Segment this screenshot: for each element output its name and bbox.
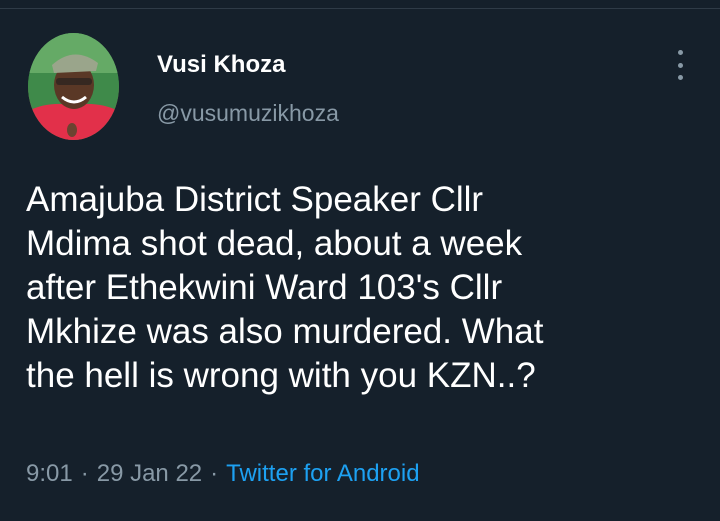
tweet-text: Amajuba District Speaker Cllr Mdima shot… [26, 180, 544, 395]
tweet-source-link[interactable]: Twitter for Android [226, 460, 419, 488]
more-options-button[interactable] [668, 50, 692, 80]
more-vertical-icon-dot-3 [677, 75, 683, 80]
author-name[interactable]: Vusi Khoza [157, 51, 285, 79]
avatar-photo [28, 33, 119, 140]
more-vertical-icon [677, 50, 683, 55]
tweet-meta: 9:01 · 29 Jan 22 · Twitter for Android [26, 460, 420, 488]
tweet-date[interactable]: 29 Jan 22 [97, 460, 202, 488]
more-vertical-icon-dot-2 [677, 62, 683, 68]
tweet-time[interactable]: 9:01 [26, 460, 73, 488]
top-divider [0, 0, 720, 9]
meta-separator: · [80, 460, 89, 487]
meta-separator-2: · [210, 460, 219, 487]
author-handle[interactable]: @vusumuzikhoza [157, 100, 339, 127]
avatar[interactable] [28, 33, 119, 140]
